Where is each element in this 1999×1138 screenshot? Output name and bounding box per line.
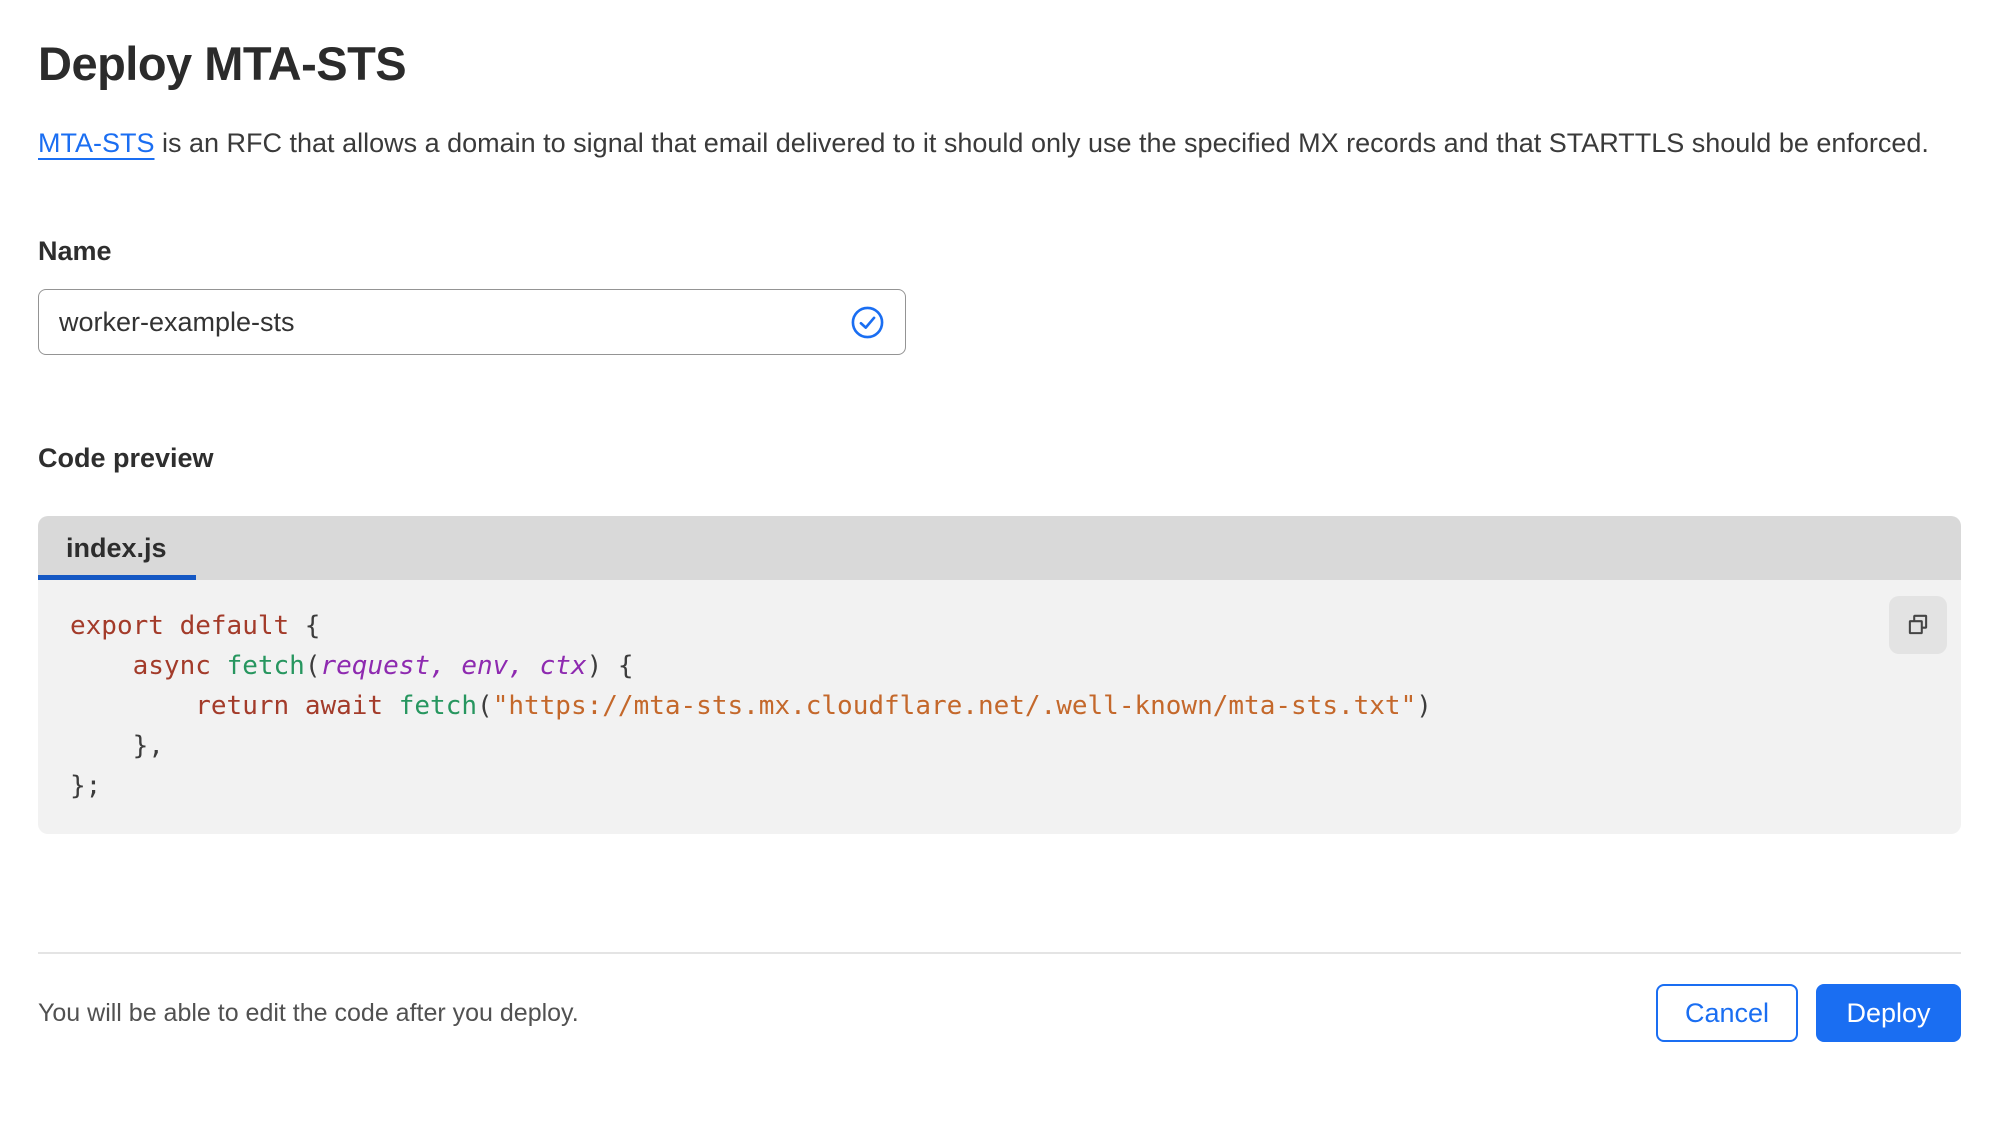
cancel-button[interactable]: Cancel <box>1656 984 1798 1042</box>
tab-index-js[interactable]: index.js <box>38 516 196 580</box>
name-input[interactable] <box>59 306 850 338</box>
code-preview-label: Code preview <box>38 443 214 473</box>
intro-text: MTA-STS is an RFC that allows a domain t… <box>38 121 1943 166</box>
footer-divider <box>38 952 1961 954</box>
code-content: export default { async fetch(request, en… <box>70 606 1891 806</box>
code-line: }, <box>70 731 164 761</box>
page-title: Deploy MTA-STS <box>38 37 407 90</box>
name-input-container <box>38 289 906 355</box>
footer: You will be able to edit the code after … <box>38 984 1961 1042</box>
mta-sts-link[interactable]: MTA-STS <box>38 128 155 158</box>
copy-icon <box>1908 614 1928 635</box>
code-editor-area: export default { async fetch(request, en… <box>38 580 1961 834</box>
code-preview-block: index.js export default { async fetch(re… <box>38 516 1961 834</box>
deploy-button[interactable]: Deploy <box>1816 984 1961 1042</box>
code-tab-bar: index.js <box>38 516 1961 580</box>
check-circle-icon <box>851 306 884 338</box>
code-line: export default { <box>70 611 321 641</box>
intro-text-body: is an RFC that allows a domain to signal… <box>154 128 1929 158</box>
deploy-mta-sts-page: Deploy MTA-STS MTA-STS is an RFC that al… <box>0 0 1999 1042</box>
code-line: }; <box>70 771 102 801</box>
footer-note: You will be able to edit the code after … <box>38 998 579 1027</box>
footer-buttons: Cancel Deploy <box>1656 984 1961 1042</box>
code-line: async fetch(request, env, ctx) { <box>132 651 634 681</box>
code-line: return await fetch("https://mta-sts.mx.c… <box>195 691 1432 721</box>
tab-label: index.js <box>66 532 167 563</box>
copy-code-button[interactable] <box>1889 596 1947 654</box>
name-field-label: Name <box>38 236 112 266</box>
